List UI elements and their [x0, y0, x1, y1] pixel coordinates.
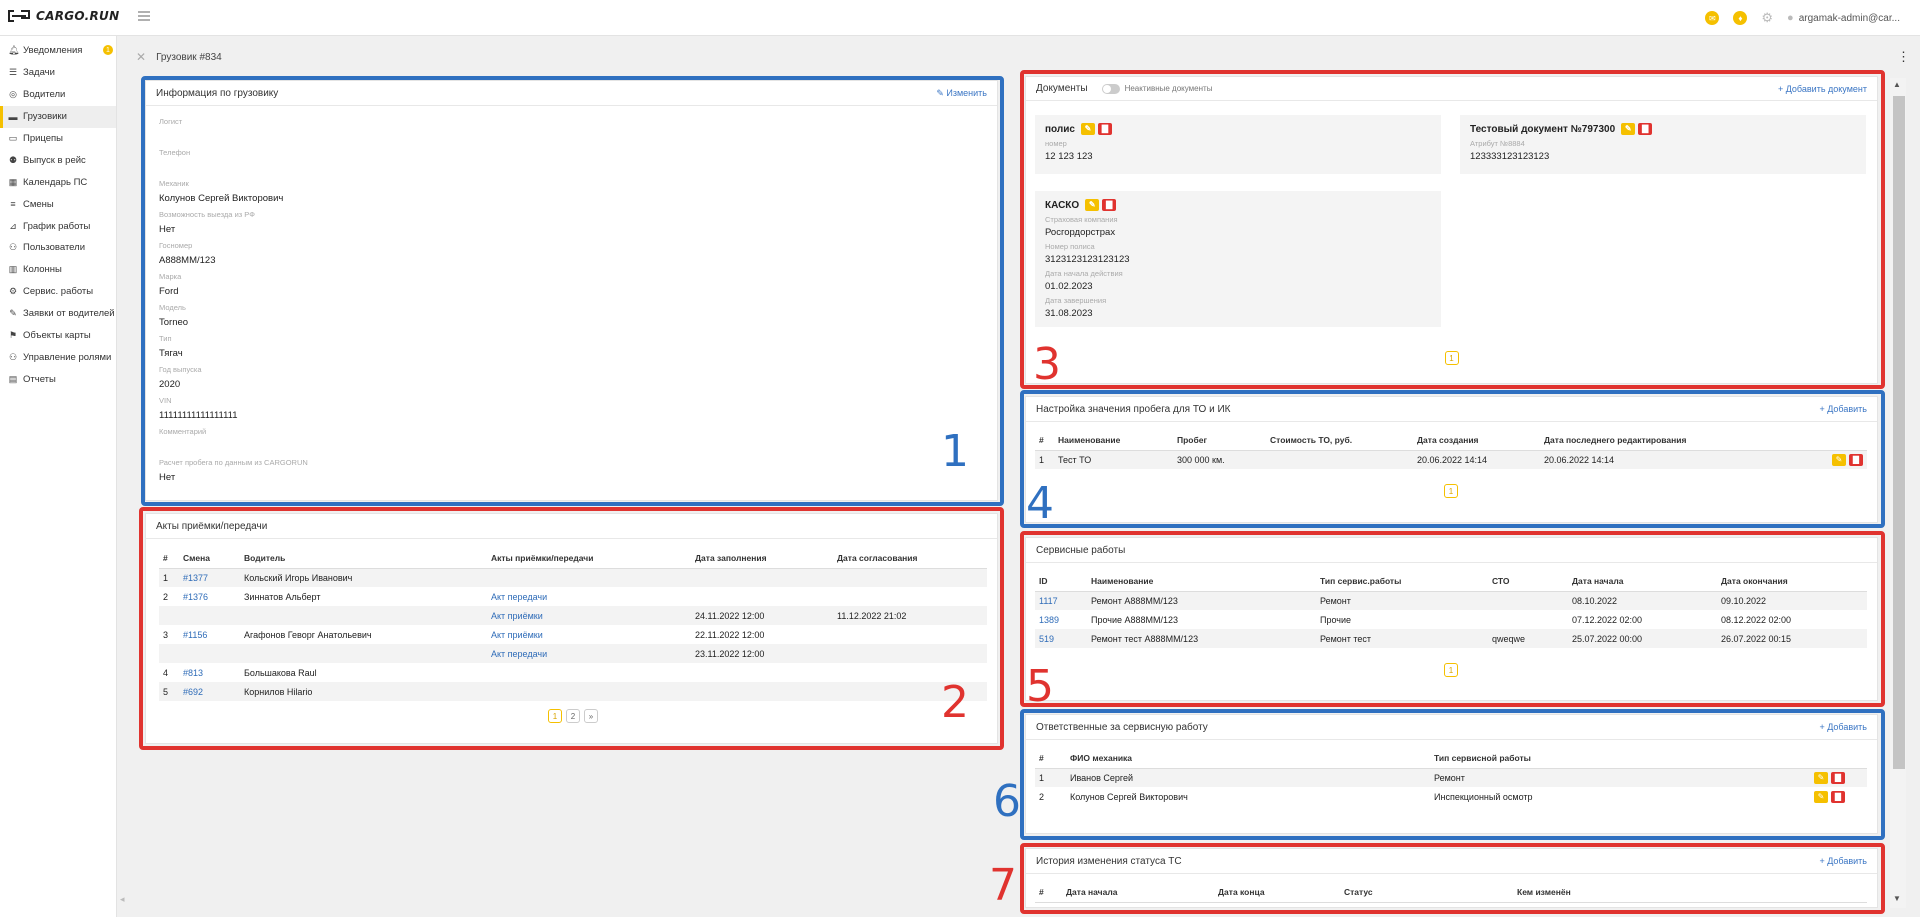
annotation-box-2 — [139, 507, 1004, 750]
chat-icon[interactable]: ✉ — [1705, 11, 1720, 25]
annotation-number-2: 2 — [941, 677, 969, 728]
scroll-up-icon[interactable]: ▲ — [1893, 80, 1901, 89]
annotation-number-4: 4 — [1026, 478, 1054, 529]
annotation-box-6 — [1020, 709, 1885, 840]
logo[interactable]: CARGO.RUN — [6, 9, 119, 23]
annotation-number-7: 7 — [989, 860, 1017, 911]
sidebar-item-label: Пользователи — [23, 242, 86, 254]
sidebar-item-label: Уведомления — [23, 45, 83, 57]
sidebar-item-driver-requests[interactable]: ✎ Заявки от водителей — [0, 303, 116, 325]
trailer-icon: ▭ — [8, 133, 18, 143]
annotation-box-3 — [1020, 70, 1885, 389]
sidebar-item-drivers[interactable]: ◎ Водители — [0, 84, 116, 106]
sidebar-item-label: Объекты карты — [23, 330, 91, 342]
sidebar: 🔔︎ Уведомления 1 ☰ Задачи ◎ Водители ▬ Грузов… — [0, 36, 117, 917]
gear-icon[interactable]: ⚙ — [1761, 10, 1773, 26]
user-menu[interactable]: ● argamak-admin@car... — [1787, 12, 1920, 24]
sidebar-item-shifts[interactable]: ≡ Смены — [0, 193, 116, 215]
notifications-badge: 1 — [103, 45, 113, 55]
chart-icon: ⊿ — [9, 220, 17, 231]
annotation-number-6: 6 — [993, 776, 1021, 827]
steering-icon: ◎ — [9, 89, 17, 100]
sidebar-item-schedule[interactable]: ⊿ График работы — [0, 215, 116, 237]
sidebar-item-trucks[interactable]: ▬ Грузовики — [0, 105, 116, 128]
user-icon: ● — [1787, 12, 1794, 24]
more-options-icon[interactable]: ⋮ — [1897, 49, 1910, 65]
shifts-icon: ≡ — [10, 199, 16, 210]
sidebar-item-label: Выпуск в рейс — [23, 154, 86, 166]
sidebar-item-roles[interactable]: ⚇ Управление ролями — [0, 346, 116, 368]
sidebar-item-map-objects[interactable]: ⚑ Объекты карты — [0, 325, 116, 347]
sidebar-item-label: График работы — [23, 220, 91, 232]
sidebar-collapse-icon[interactable]: ◂ — [120, 894, 125, 905]
sidebar-item-label: Водители — [23, 89, 66, 101]
wrench-icon: ✎ — [9, 308, 17, 319]
annotation-box-4 — [1020, 390, 1885, 528]
sidebar-item-label: Колонны — [23, 264, 62, 276]
logo-mark-icon — [8, 10, 30, 22]
sidebar-item-label: Отчеты — [23, 373, 56, 385]
scroll-down-icon[interactable]: ▼ — [1893, 894, 1901, 903]
departure-icon: ⚉ — [8, 154, 18, 165]
sidebar-item-columns[interactable]: ▥ Колонны — [0, 259, 116, 281]
map-objects-icon: ⚑ — [8, 330, 18, 341]
sidebar-item-label: Заявки от водителей — [23, 308, 115, 320]
scrollbar-thumb[interactable] — [1893, 96, 1905, 769]
annotation-number-5: 5 — [1026, 661, 1054, 712]
sidebar-item-label: Прицепы — [23, 133, 64, 144]
sidebar-item-users[interactable]: ⚇ Пользователи — [0, 237, 116, 259]
menu-toggle-icon[interactable] — [138, 11, 150, 21]
list-icon: ☰ — [8, 67, 18, 78]
sidebar-item-tasks[interactable]: ☰ Задачи — [0, 62, 116, 84]
sidebar-item-label: Грузовики — [23, 111, 67, 123]
page-title: Грузовик #834 — [156, 51, 222, 63]
top-bar: CARGO.RUN ✉ ♦ ⚙ ● argamak-admin@car... — [0, 0, 1920, 36]
sidebar-item-label: Задачи — [23, 67, 55, 79]
annotation-number-3: 3 — [1033, 339, 1061, 390]
sidebar-item-label: Смены — [23, 198, 54, 210]
columns-icon: ▥ — [8, 264, 18, 275]
sidebar-item-label: Сервис. работы — [23, 286, 94, 298]
sidebar-item-service[interactable]: ⚙ Сервис. работы — [0, 281, 116, 303]
sidebar-item-trailers[interactable]: ▭ Прицепы — [0, 128, 116, 150]
service-icon: ⚙ — [8, 286, 18, 297]
notification-bell-icon[interactable]: ♦ — [1733, 11, 1748, 25]
sidebar-item-departure[interactable]: ⚉ Выпуск в рейс — [0, 149, 116, 171]
user-name: argamak-admin@car... — [1798, 12, 1900, 24]
roles-icon: ⚇ — [8, 351, 18, 362]
bell-icon: 🔔︎ — [8, 45, 20, 56]
annotation-box-5 — [1020, 531, 1885, 707]
close-icon[interactable]: ✕ — [136, 50, 146, 64]
users-icon: ⚇ — [8, 242, 18, 253]
calendar-icon: ▦ — [8, 176, 18, 187]
sidebar-item-label: Управление ролями — [23, 351, 112, 363]
truck-icon: ▬ — [8, 111, 18, 122]
sidebar-item-reports[interactable]: ▤ Отчеты — [0, 368, 116, 390]
sidebar-item-calendar[interactable]: ▦ Календарь ПС — [0, 171, 116, 193]
annotation-box-7 — [1020, 843, 1885, 914]
annotation-box-1 — [141, 76, 1004, 506]
reports-icon: ▤ — [8, 373, 18, 384]
annotation-number-1: 1 — [941, 426, 969, 477]
sidebar-item-notifications[interactable]: 🔔︎ Уведомления 1 — [0, 40, 116, 62]
page-header: ✕ Грузовик #834 — [136, 50, 222, 64]
brand-name: CARGO.RUN — [36, 9, 120, 23]
sidebar-item-label: Календарь ПС — [23, 176, 88, 188]
